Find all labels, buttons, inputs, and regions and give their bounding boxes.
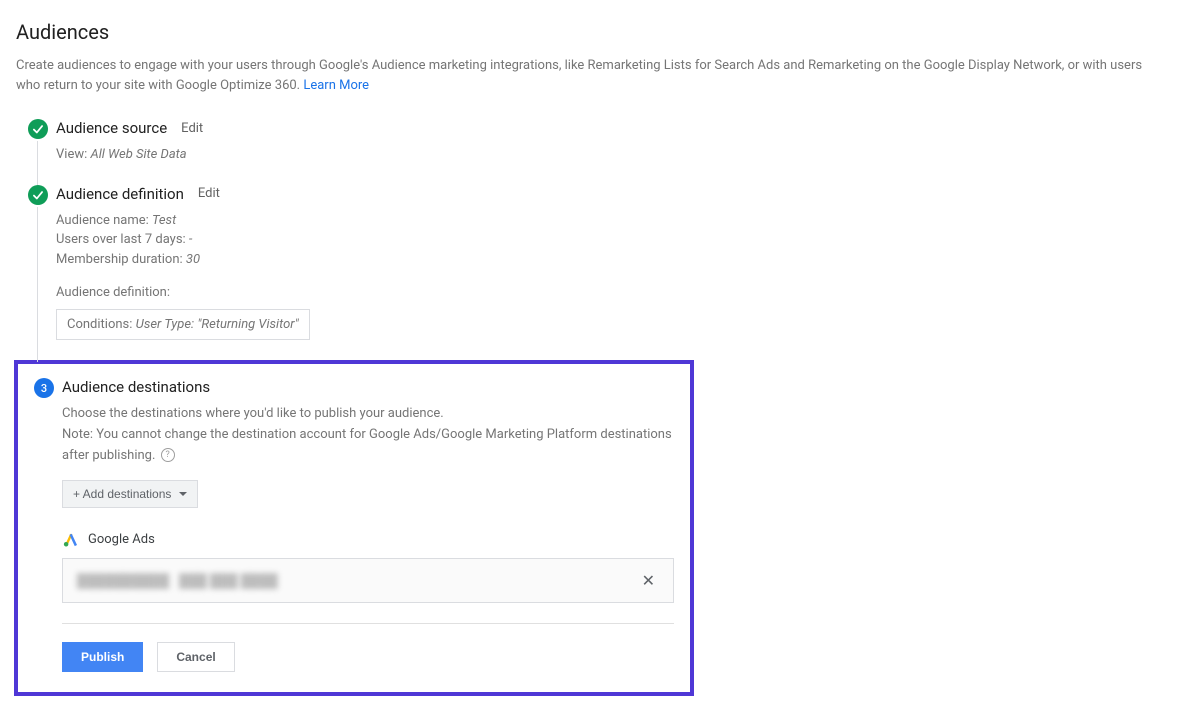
conditions-value: User Type: "Returning Visitor" xyxy=(136,317,299,332)
view-value: All Web Site Data xyxy=(90,147,186,162)
edit-source-link[interactable]: Edit xyxy=(181,121,203,136)
add-destinations-button[interactable]: + Add destinations xyxy=(62,480,198,508)
audience-name-label: Audience name: xyxy=(56,213,152,228)
button-row: Publish Cancel xyxy=(62,623,674,672)
step-audience-destinations: 3 Audience destinations Choose the desti… xyxy=(34,378,674,672)
duration-label: Membership duration: xyxy=(56,252,186,267)
check-icon xyxy=(28,119,48,139)
step-destinations-title: Audience destinations xyxy=(62,378,210,396)
google-ads-label: Google Ads xyxy=(88,532,155,547)
step-audience-source: Audience source Edit View: All Web Site … xyxy=(28,119,1174,165)
destination-google-ads: Google Ads █████████████ ███ ████ ✕ xyxy=(62,530,674,603)
conditions-label: Conditions: xyxy=(67,317,136,332)
destination-item: █████████████ ███ ████ ✕ xyxy=(62,558,674,603)
cancel-button[interactable]: Cancel xyxy=(157,642,234,672)
add-destinations-label: + Add destinations xyxy=(73,487,171,501)
users-label: Users over last 7 days: xyxy=(56,232,189,247)
highlighted-step-box: 3 Audience destinations Choose the desti… xyxy=(14,360,694,696)
edit-definition-link[interactable]: Edit xyxy=(198,186,220,201)
help-icon[interactable]: ? xyxy=(161,448,175,462)
chevron-down-icon xyxy=(179,492,187,496)
desc-line2: Note: You cannot change the destination … xyxy=(62,427,672,463)
destination-item-text: █████████████ ███ ████ xyxy=(77,573,278,589)
step-definition-title: Audience definition xyxy=(56,185,184,203)
audience-def-label: Audience definition: xyxy=(56,283,1174,303)
audience-def-box: Conditions: User Type: "Returning Visito… xyxy=(56,309,310,341)
view-label: View: xyxy=(56,147,90,162)
step-source-title: Audience source xyxy=(56,119,167,137)
check-icon xyxy=(28,185,48,205)
learn-more-link[interactable]: Learn More xyxy=(303,78,369,93)
page-title: Audiences xyxy=(16,20,1174,44)
duration-value: 30 xyxy=(186,252,200,267)
audience-name-value: Test xyxy=(152,213,176,228)
destinations-description: Choose the destinations where you'd like… xyxy=(62,404,672,466)
page-description: Create audiences to engage with your use… xyxy=(16,56,1166,95)
step-audience-definition: Audience definition Edit Audience name: … xyxy=(28,185,1174,341)
steps-container: Audience source Edit View: All Web Site … xyxy=(16,119,1174,696)
step-number-badge: 3 xyxy=(34,378,54,398)
page-description-text: Create audiences to engage with your use… xyxy=(16,58,1142,93)
desc-line1: Choose the destinations where you'd like… xyxy=(62,406,444,421)
publish-button[interactable]: Publish xyxy=(62,642,143,672)
users-value: - xyxy=(189,232,193,247)
remove-destination-icon[interactable]: ✕ xyxy=(638,569,659,592)
google-ads-icon xyxy=(62,530,80,548)
